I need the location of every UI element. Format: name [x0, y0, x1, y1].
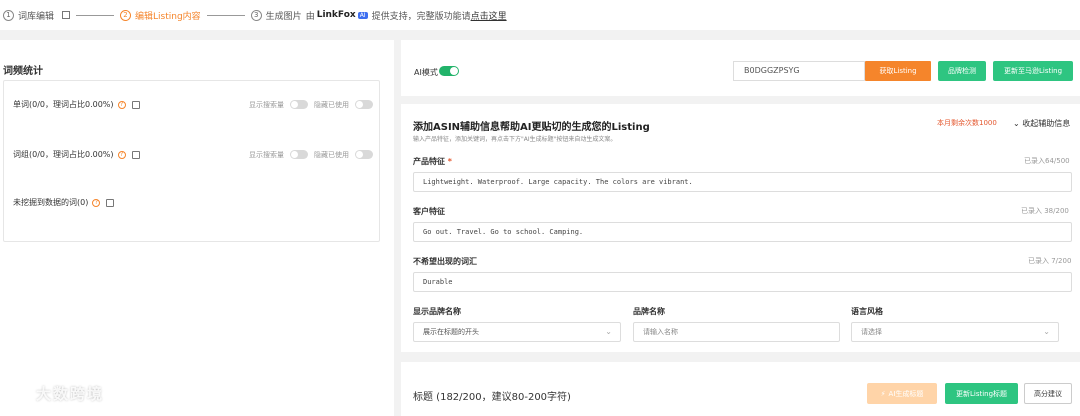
- toolbar-panel: AI模式 B0DGGZPSYG 获取Listing 品牌检测 更新至马逊List…: [401, 40, 1080, 96]
- lightning-icon: ⚡: [880, 389, 886, 398]
- step-bar: 1 词库编辑 2 编辑Listing内容 3 生成图片 由 LinkFox AI…: [0, 0, 1080, 30]
- stats-box: 单词(0/0，理词占比0.00%) ? 显示搜索量 隐藏已使用 词组(0/0，理…: [3, 80, 380, 242]
- row-options: 显示搜索量 隐藏已使用: [249, 100, 373, 110]
- remaining-count: 本月剩余次数1000: [937, 119, 997, 127]
- title-panel: 标题 (182/200，建议80-200字符) ⚡ AI生成标题 更新Listi…: [401, 362, 1080, 416]
- title-section-heading: 标题 (182/200，建议80-200字符): [413, 392, 571, 403]
- show-volume-toggle[interactable]: [290, 150, 308, 159]
- help-icon[interactable]: ?: [117, 100, 126, 109]
- form-title: 添加ASIN辅助信息帮助AI更贴切的生成您的Listing: [413, 122, 650, 133]
- help-icon[interactable]: ?: [117, 150, 126, 159]
- collapse-label: 收起辅助信息: [1022, 119, 1071, 128]
- row-options: 显示搜索量 隐藏已使用: [249, 150, 373, 160]
- ai-mode-toggle[interactable]: [439, 66, 459, 76]
- brand-name-input[interactable]: 请输入名称: [633, 322, 840, 342]
- stats-label: 词组(0/0，理词占比0.00%): [13, 150, 114, 159]
- features-count: 已录入64/500: [1024, 157, 1070, 165]
- step-number: 3: [250, 9, 262, 21]
- step-3[interactable]: 3 生成图片: [250, 9, 302, 22]
- form-subtitle: 输入产品特征，添加关键词，再点击下方"AI生成标题"按钮来自动生成文案。: [413, 136, 617, 143]
- step-number: 1: [3, 9, 14, 21]
- stats-label: 单词(0/0，理词占比0.00%): [13, 100, 114, 109]
- stats-label: 未挖掘到数据的词(0): [13, 198, 89, 207]
- customer-label: 客户特征: [413, 207, 445, 216]
- features-label: 产品特征 *: [413, 156, 452, 167]
- step-number: 2: [120, 9, 132, 21]
- hide-used-toggle[interactable]: [355, 100, 373, 109]
- option-label: 显示搜索量: [249, 150, 284, 159]
- update-listing-title-button[interactable]: 更新Listing标题: [945, 383, 1018, 404]
- step-label: 词库编辑: [18, 11, 55, 22]
- features-textarea[interactable]: Lightweight. Waterproof. Large capacity.…: [413, 172, 1072, 192]
- ai-mode-label: AI模式: [414, 68, 438, 77]
- watermark-text: 大数跨境: [36, 384, 105, 403]
- click-here-link[interactable]: 点击这里: [471, 9, 507, 22]
- copy-icon[interactable]: [106, 198, 115, 207]
- customer-textarea[interactable]: Go out. Travel. Go to school. Camping.: [413, 222, 1072, 242]
- help-icon[interactable]: ?: [92, 198, 101, 207]
- ai-generate-title-button[interactable]: ⚡ AI生成标题: [867, 383, 937, 404]
- step-label: 生成图片: [265, 11, 302, 22]
- copy-icon[interactable]: [131, 100, 140, 109]
- show-volume-toggle[interactable]: [290, 100, 308, 109]
- chevron-down-icon: ⌄: [1013, 119, 1020, 128]
- high-score-suggestion-button[interactable]: 高分建议: [1024, 383, 1072, 404]
- avoid-words-label: 不希望出现的词汇: [413, 257, 477, 266]
- linkfox-brand: LinkFox: [316, 10, 356, 20]
- copy-icon[interactable]: [131, 150, 140, 159]
- get-listing-button[interactable]: 获取Listing: [865, 61, 931, 81]
- update-amazon-listing-button[interactable]: 更新至马逊Listing: [993, 61, 1073, 81]
- language-style-label: 语言风格: [851, 307, 883, 316]
- word-frequency-panel: 词频统计 单词(0/0，理词占比0.00%) ? 显示搜索量 隐藏已使用 词组(…: [0, 40, 394, 416]
- watermark-logo-icon: [8, 382, 30, 404]
- step-2[interactable]: 2 编辑Listing内容: [120, 9, 201, 22]
- step-label: 编辑Listing内容: [135, 11, 201, 22]
- stats-row-unmined: 未挖掘到数据的词(0) ?: [13, 197, 373, 208]
- customer-count: 已录入 38/200: [1021, 207, 1069, 215]
- watermark: 大数跨境: [8, 382, 104, 404]
- features-label-text: 产品特征: [413, 157, 445, 166]
- edit-icon[interactable]: [62, 11, 71, 19]
- stats-row-phrases: 词组(0/0，理词占比0.00%) ? 显示搜索量 隐藏已使用: [13, 149, 373, 160]
- chevron-down-icon: ⌄: [605, 327, 612, 336]
- brand-check-button[interactable]: 品牌检测: [938, 61, 986, 81]
- chevron-down-icon: ⌄: [1043, 327, 1050, 336]
- assist-info-panel: 添加ASIN辅助信息帮助AI更贴切的生成您的Listing 输入产品特征，添加关…: [401, 104, 1080, 352]
- ai-badge: AI: [357, 11, 368, 19]
- step-divider: [206, 14, 245, 16]
- select-placeholder: 请选择: [861, 328, 882, 336]
- step-1[interactable]: 1 词库编辑: [3, 9, 71, 22]
- avoid-words-textarea[interactable]: Durable: [413, 272, 1072, 292]
- collapse-toggle[interactable]: ⌄ 收起辅助信息: [1013, 118, 1070, 129]
- hide-used-toggle[interactable]: [355, 150, 373, 159]
- avoid-words-count: 已录入 7/200: [1028, 257, 1072, 265]
- required-mark: *: [447, 157, 452, 166]
- option-label: 显示搜索量: [249, 100, 284, 109]
- stats-row-words: 单词(0/0，理词占比0.00%) ? 显示搜索量 隐藏已使用: [13, 99, 373, 110]
- panel-title: 词频统计: [3, 66, 43, 77]
- button-label: AI生成标题: [888, 389, 924, 398]
- brand-display-select[interactable]: 展示在标题的开头 ⌄: [413, 322, 621, 342]
- support-text: 提供支持，完整版功能请: [371, 11, 471, 22]
- brand-display-label: 显示品牌名称: [413, 307, 461, 316]
- step-divider: [76, 14, 115, 16]
- option-label: 隐藏已使用: [314, 100, 349, 109]
- support-prefix: 由: [305, 11, 315, 22]
- asin-input[interactable]: B0DGGZPSYG: [733, 61, 865, 81]
- language-style-select[interactable]: 请选择 ⌄: [851, 322, 1059, 342]
- select-value: 展示在标题的开头: [423, 328, 479, 336]
- brand-name-label: 品牌名称: [633, 307, 665, 316]
- option-label: 隐藏已使用: [314, 150, 349, 159]
